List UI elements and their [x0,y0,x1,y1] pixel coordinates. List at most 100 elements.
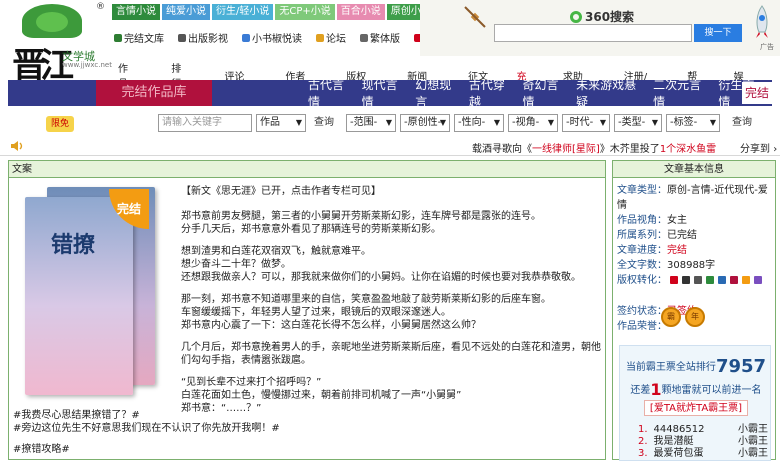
info-row: 作品视角：女主 [617,213,775,228]
intro-paragraph: 几个月后，郑书意挽着男人的手，亲昵地坐进劳斯莱斯后座，看见不远处的白莲花和渣男，… [181,342,601,366]
genre-link[interactable]: 古代言情 [308,76,355,110]
voter-row[interactable]: 2. 我是潜艇 小霸王 [638,436,768,448]
info-value: 女主 [667,215,687,226]
search-360-logo-text: 360搜索 [585,10,635,24]
genre-link[interactable]: 未来游戏悬疑 [576,76,646,110]
medal-icon: 霸 [661,307,681,327]
voter-ranking-list: 1. 44486512 小霸王 2. 我是潜艇 小霸王 3. 最爱荷包蛋 小霸王 [638,424,768,460]
sub-link-label: 完结文库 [124,34,164,45]
genre-link[interactable]: 现代言情 [362,76,409,110]
vote-need-prefix: 还差 [630,385,651,396]
satellite-icon [464,6,486,28]
intro-panel-title: 文案 [9,161,605,178]
headphone-icon[interactable] [706,276,715,284]
era-select[interactable]: -时代- ▼ [562,114,610,132]
genre-nav: 完结作品库 古代言情 现代言情 幻想现言 古代穿越 奇幻言情 未来游戏悬疑 二次元言情 衍生言… [8,78,772,109]
info-label: 全文字数： [617,260,667,271]
comic-icon[interactable] [730,276,739,284]
voter-name[interactable]: 44486512 [654,424,705,435]
free-limited-badge[interactable]: 限免 [46,116,74,132]
info-label: 所属系列： [617,230,667,241]
channel-tab[interactable]: 无CP+小说 [275,4,335,20]
logo-leaf-highlight [36,12,68,32]
voter-name[interactable]: 我是潜艇 [654,436,694,447]
viewpoint-select[interactable]: -视角- ▼ [508,114,558,132]
genre-link[interactable]: 幻想现言 [415,76,462,110]
sub-link[interactable]: 论坛 [316,30,353,45]
voter-name-wrap: 2. 我是潜艇 [638,436,694,448]
share-link[interactable]: 分享到 › [740,140,777,155]
purple-icon[interactable] [754,276,763,284]
category-select[interactable]: -类型- ▼ [614,114,662,132]
medal-icon: 年 [685,307,705,327]
book-tag-lines: #我费尽心思结果撩错了？# #旁边这位先生不好意思我们现在不认识了你先放开我啊！#… [13,409,280,456]
orientation-select[interactable]: -性向- ▼ [454,114,504,132]
vote-rank-number: 7957 [715,356,767,377]
search-button-1[interactable]: 查询 [308,114,340,132]
originality-select-value: -原创性- [404,117,442,128]
completed-library-tab[interactable]: 完结作品库 [96,80,212,106]
game-icon[interactable] [718,276,727,284]
genre-link[interactable]: 二次元言情 [653,76,711,110]
book-icon [114,33,122,42]
info-label: 版权转化： [617,275,667,286]
info-row: 文章类型：原创-言情-近代现代-爱情 [617,183,775,213]
info-value: 已完结 [667,230,697,241]
keyword-input[interactable]: 请输入关键字 [158,114,252,132]
channel-tab[interactable]: 言情小说 [112,4,160,20]
book-cover[interactable]: 错撩 完结 [17,185,157,405]
info-panel-title: 文章基本信息 [613,161,775,178]
share-label: 分享到 [740,144,770,155]
book-icon[interactable] [670,276,679,284]
era-select-value: -时代- [566,117,594,128]
vote-bomb-button[interactable]: [爱TA就炸TA霸王票] [644,400,748,416]
ticker-middle: 》木芥里投了 [599,144,660,155]
sub-link[interactable]: 繁体版 [360,30,407,45]
search-360-input[interactable] [494,24,692,42]
channel-tabs: 言情小说 纯爱小说 衍生/轻小说 无CP+小说 百合小说 原创小说 [112,4,437,20]
chevron-down-icon: ▼ [599,118,606,127]
film-icon[interactable] [682,276,691,284]
gift-ticker[interactable]: 载酒寻歌向《一线律师[星际]》木芥里投了1个深水鱼雷 [472,140,716,155]
tag-line: #我费尽心思结果撩错了？# [13,410,140,421]
genre-link[interactable]: 奇幻言情 [523,76,570,110]
search-360-circle-icon [570,11,582,23]
channel-tab[interactable]: 衍生/轻小说 [212,4,274,20]
originality-select[interactable]: -原创性- ▼ [400,114,450,132]
channel-tab[interactable]: 百合小说 [336,4,385,20]
sub-link[interactable]: 出版影视 [178,30,235,45]
vote-need-suffix: 颗地雷就可以前进一名 [661,385,762,396]
book-intro-panel: 文案 错撩 完结 【新文《思无涯》已开，点击作者专栏可见】 郑书意前男友劈腿，第三… [8,160,606,460]
channel-tab[interactable]: 纯爱小说 [162,4,210,20]
mic-icon[interactable] [694,276,703,284]
voter-title: 小霸王 [738,424,768,435]
tag-line: #旁边这位先生不好意思我们现在不认识了你先放开我啊！# [13,423,280,434]
genre-link[interactable]: 古代穿越 [469,76,516,110]
book-info-panel: 文章基本信息 文章类型：原创-言情-近代现代-爱情 作品视角：女主所属系列：已完结… [612,160,776,461]
tag-select[interactable]: -标签- ▼ [666,114,720,132]
type-select[interactable]: 作品 ▼ [256,114,306,132]
voter-row[interactable]: 1. 44486512 小霸王 [638,424,768,436]
chevron-down-icon: ▼ [439,118,446,127]
ticker-novel-link[interactable]: 一线律师[星际] [532,144,600,155]
info-row: 文章进度：完结 [617,243,775,258]
search-button-2[interactable]: 查询 [726,114,758,132]
reader-icon [242,33,250,42]
chevron-down-icon: ▼ [385,118,392,127]
sub-link[interactable]: 小书椒悦读 [242,30,309,45]
vote-ranking-box: 当前霸王票全站排行7957 还差1颗地雷就可以前进一名 [爱TA就炸TA霸王票]… [619,345,771,461]
sub-link[interactable]: 完结文库 [114,30,171,45]
cover-title: 错撩 [51,232,96,258]
search-360-button[interactable]: 搜一下 [694,24,742,42]
chevron-down-icon: ▼ [547,118,554,127]
genre-links: 古代言情 现代言情 幻想现言 古代穿越 奇幻言情 未来游戏悬疑 二次元言情 衍生言情 [308,78,772,109]
rocket-icon [756,5,768,38]
site-logo[interactable]: 晋江 文学城 www.jjwxc.net ® [4,2,112,86]
completed-tab[interactable]: 完结 [742,82,772,104]
range-select[interactable]: -范围- ▼ [346,114,396,132]
ticker-bar: 载酒寻歌向《一线律师[星际]》木芥里投了1个深水鱼雷 分享到 › [0,138,780,156]
tv-icon[interactable] [742,276,751,284]
search-360-logo: 360搜索 [570,8,634,25]
voter-title: 小霸王 [738,436,768,447]
sub-link-label: 出版影视 [188,34,228,45]
